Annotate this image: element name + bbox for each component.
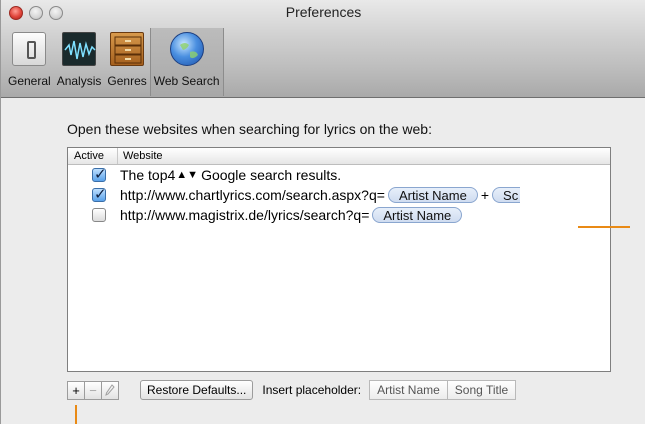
tab-web-search-label: Web Search [153,74,220,88]
song-title-token[interactable]: Sc [492,187,521,203]
google-prefix: The top [120,167,168,183]
preferences-toolbar: General Analysis Genres Web Search [5,28,224,96]
cabinet-icon [110,32,145,66]
column-header-active[interactable]: Active [68,148,118,164]
artist-name-token[interactable]: Artist Name [372,207,463,223]
pencil-icon [105,384,115,396]
tab-web-search[interactable]: Web Search [149,28,224,96]
tab-analysis-label: Analysis [56,74,102,88]
website-cell: http://www.magistrix.de/lyrics/search?q=… [120,207,465,223]
table-row[interactable]: http://www.magistrix.de/lyrics/search?q=… [68,205,610,225]
window-title: Preferences [285,4,362,20]
preferences-window: Preferences General Analysis Genres Web … [0,0,645,424]
active-checkbox[interactable] [92,165,107,183]
add-website-button[interactable]: + [67,380,85,400]
websites-table[interactable]: Active Website The top 4 ▲▼ Google searc… [67,147,611,372]
annotation-line-right [578,226,630,228]
placeholder-buttons: Artist Name Song Title [369,380,517,400]
active-checkbox[interactable] [92,185,107,203]
table-header: Active Website [68,148,610,165]
website-cell: http://www.chartlyrics.com/search.aspx?q… [120,187,523,203]
placeholder-song-title-button[interactable]: Song Title [446,380,517,400]
google-suffix: Google search results. [201,167,342,183]
table-row[interactable]: http://www.chartlyrics.com/search.aspx?q… [68,185,610,205]
tab-analysis[interactable]: Analysis [54,28,105,96]
globe-icon [169,32,204,66]
table-button-bar: + − Restore Defaults... Insert placehold… [67,380,517,400]
website-url: http://www.chartlyrics.com/search.aspx?q… [120,187,385,203]
result-count[interactable]: 4 [167,167,175,183]
tab-general[interactable]: General [5,28,54,96]
tab-general-label: General [8,74,51,88]
table-row[interactable]: The top 4 ▲▼ Google search results. [68,165,610,185]
general-switch-icon [12,32,47,66]
search-prompt: Open these websites when searching for l… [67,121,432,137]
waveform-icon [62,32,97,66]
insert-placeholder-label: Insert placeholder: [262,383,362,397]
restore-defaults-button[interactable]: Restore Defaults... [140,380,254,400]
plus-separator: + [480,187,490,203]
website-cell: The top 4 ▲▼ Google search results. [120,167,341,183]
annotation-line-bottom [75,405,77,424]
tab-genres[interactable]: Genres [104,28,149,96]
website-url: http://www.magistrix.de/lyrics/search?q= [120,207,370,223]
edit-website-button[interactable] [101,380,119,400]
placeholder-artist-name-button[interactable]: Artist Name [369,380,448,400]
active-checkbox[interactable] [92,208,106,222]
remove-website-button[interactable]: − [84,380,102,400]
titlebar: Preferences General Analysis Genres Web … [1,0,645,98]
column-header-website[interactable]: Website [118,148,163,164]
count-stepper-icon[interactable]: ▲▼ [176,169,198,181]
artist-name-token[interactable]: Artist Name [387,187,478,203]
tab-genres-label: Genres [107,74,147,88]
